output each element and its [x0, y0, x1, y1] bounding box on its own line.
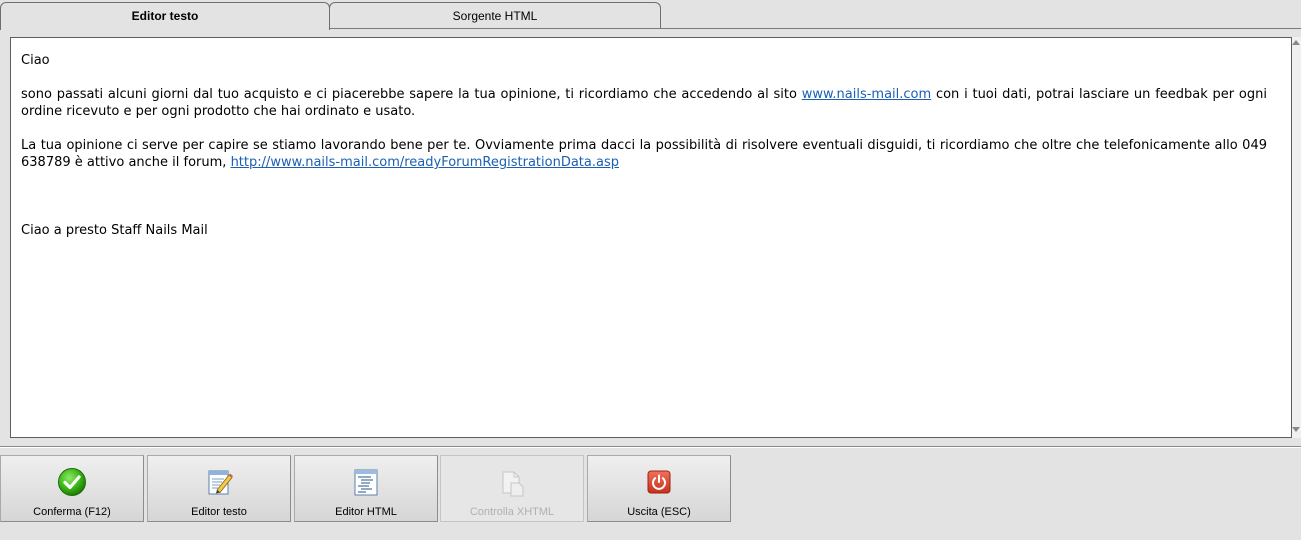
paragraph-opinion: La tua opinione ci serve per capire se s… [21, 137, 1267, 171]
html-editor-button-label: Editor HTML [335, 506, 397, 518]
checkmark-icon [57, 467, 87, 497]
check-xhtml-button[interactable]: Controlla XHTML [440, 455, 584, 522]
power-exit-icon [644, 467, 674, 497]
text-editor-button-label: Editor testo [191, 506, 247, 518]
greeting-paragraph: Ciao [21, 53, 50, 68]
editor-content[interactable]: Ciao sono passati alcuni giorni dal tuo … [21, 52, 1267, 239]
forum-link[interactable]: http://www.nails-mail.com/readyForumRegi… [231, 155, 619, 170]
confirm-button[interactable]: Conferma (F12) [0, 455, 144, 522]
tab-text-editor-label: Editor testo [131, 9, 199, 23]
html-document-icon [351, 467, 381, 497]
text-editor-button[interactable]: Editor testo [147, 455, 291, 522]
rich-text-editor[interactable]: Ciao sono passati alcuni giorni dal tuo … [10, 37, 1292, 438]
paragraph-feedback-text-before: sono passati alcuni giorni dal tuo acqui… [21, 87, 802, 102]
paragraph-opinion-text: La tua opinione ci serve per capire se s… [21, 138, 1267, 170]
exit-button-label: Uscita (ESC) [627, 506, 691, 518]
exit-button[interactable]: Uscita (ESC) [587, 455, 731, 522]
check-xhtml-icon [497, 467, 527, 497]
scroll-up-icon[interactable] [1292, 40, 1300, 45]
scroll-down-icon[interactable] [1292, 427, 1300, 432]
tab-text-editor[interactable]: Editor testo [0, 2, 330, 30]
paragraph-feedback: sono passati alcuni giorni dal tuo acqui… [21, 86, 1267, 120]
site-link[interactable]: www.nails-mail.com [802, 87, 931, 102]
closing-paragraph: Ciao a presto Staff Nails Mail [21, 223, 208, 238]
html-editor-button[interactable]: Editor HTML [294, 455, 438, 522]
tab-html-source[interactable]: Sorgente HTML [329, 2, 661, 29]
tab-html-source-label: Sorgente HTML [452, 8, 538, 23]
editor-scrollbar[interactable] [1292, 37, 1301, 438]
tab-strip: Sorgente HTML Editor testo [0, 0, 1301, 30]
edit-document-icon [204, 467, 234, 497]
confirm-button-label: Conferma (F12) [33, 506, 111, 518]
check-xhtml-button-label: Controlla XHTML [469, 506, 555, 518]
